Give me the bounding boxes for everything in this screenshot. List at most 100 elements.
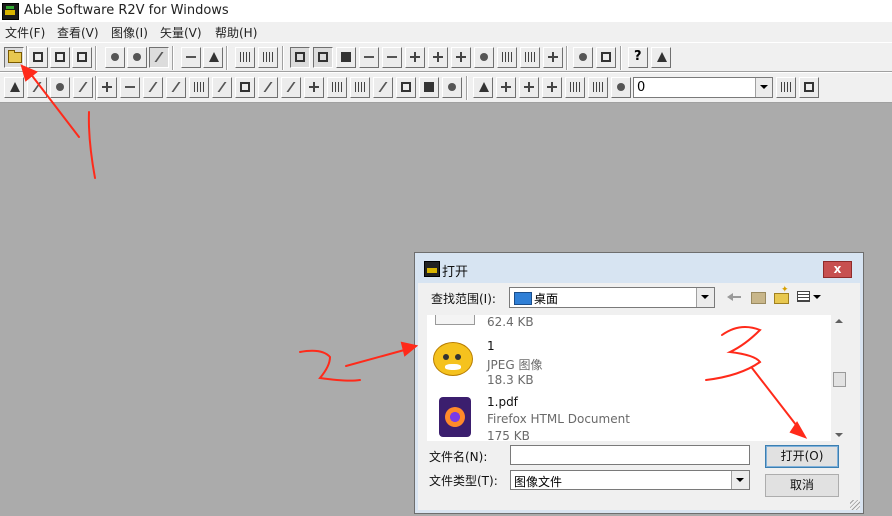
connect-button[interactable] <box>166 77 191 98</box>
close-button[interactable]: x <box>823 261 852 278</box>
line-id-button[interactable] <box>327 77 347 98</box>
polyline-button[interactable] <box>258 77 283 98</box>
center-button[interactable] <box>543 47 563 68</box>
polygon-id-button[interactable] <box>350 77 370 98</box>
point-label-button[interactable] <box>588 77 608 98</box>
file-list-scrollbar[interactable] <box>831 315 847 441</box>
fill-button[interactable] <box>419 77 439 98</box>
contour-button[interactable] <box>373 77 398 98</box>
save-image-icon <box>55 52 65 62</box>
new-folder-icon[interactable] <box>771 285 791 306</box>
file-item[interactable]: 1 JPEG 图像 18.3 KB <box>427 337 827 387</box>
save-vector-icon <box>77 52 87 62</box>
filetype-combo[interactable]: 图像文件 <box>510 470 750 490</box>
rectangle-button[interactable] <box>235 77 255 98</box>
delete-point-icon <box>524 82 534 92</box>
snap-button[interactable] <box>189 77 209 98</box>
pan-button[interactable] <box>149 47 174 68</box>
menu-bar: 文件(F) 查看(V) 图像(I) 矢量(V) 帮助(H) <box>0 22 892 42</box>
open-file-button[interactable] <box>4 47 24 68</box>
look-in-label: 查找范围(I): <box>431 292 496 306</box>
filename-label: 文件名(N): <box>429 450 488 464</box>
zoom-out-button[interactable] <box>127 47 147 68</box>
menu-help[interactable]: 帮助(H) <box>215 24 257 41</box>
back-arrow-icon[interactable] <box>725 288 745 306</box>
zoom-out-icon <box>133 53 141 61</box>
scroll-down-icon[interactable] <box>835 433 843 437</box>
elevation-button[interactable] <box>396 77 416 98</box>
context-help-button[interactable] <box>651 47 671 68</box>
layer-stack-button[interactable] <box>776 77 796 98</box>
toolbar-separator <box>95 46 97 70</box>
view-image-button[interactable] <box>290 47 310 68</box>
add-node-button[interactable] <box>97 77 117 98</box>
trace-button[interactable] <box>235 47 255 68</box>
save-button[interactable] <box>28 47 48 68</box>
help-button[interactable]: ? <box>628 47 648 68</box>
open-folder-icon <box>8 50 22 63</box>
select-button[interactable] <box>203 47 223 68</box>
file-list[interactable]: 62.4 KB 1 JPEG 图像 18.3 KB 1.pdf Firefox … <box>427 315 847 441</box>
view-image-icon <box>295 52 305 62</box>
curve-button[interactable] <box>281 77 306 98</box>
remove-node-button[interactable] <box>120 77 140 98</box>
move-point-button[interactable] <box>542 77 562 98</box>
scroll-up-icon[interactable] <box>835 319 843 323</box>
node-line-button[interactable] <box>359 47 379 68</box>
menu-file[interactable]: 文件(F) <box>5 24 45 41</box>
save-vector-button[interactable] <box>72 47 92 68</box>
combo-dropdown-button[interactable] <box>755 78 772 97</box>
look-in-dropdown-button[interactable] <box>696 288 714 307</box>
menu-vector[interactable]: 矢量(V) <box>160 24 202 41</box>
area-select-button[interactable] <box>596 47 616 68</box>
rotate-button[interactable] <box>50 77 70 98</box>
undo-button[interactable] <box>181 47 201 68</box>
cancel-button[interactable]: 取消 <box>765 474 839 497</box>
trim-button[interactable] <box>73 77 98 98</box>
filetype-value: 图像文件 <box>514 475 563 489</box>
toolbar-separator <box>566 46 568 70</box>
point-light-button[interactable] <box>611 77 631 98</box>
view-both-button[interactable] <box>336 47 356 68</box>
filetype-dropdown-button[interactable] <box>731 471 749 489</box>
id-value-combo[interactable]: 0 <box>633 77 773 98</box>
smooth-button[interactable] <box>212 77 237 98</box>
save-image-button[interactable] <box>50 47 70 68</box>
batch-trace-button[interactable] <box>258 47 278 68</box>
look-in-combo[interactable]: 桌面 <box>509 287 715 308</box>
delete-node-button[interactable] <box>474 47 494 68</box>
break-button[interactable] <box>304 77 324 98</box>
split-button[interactable] <box>428 47 448 68</box>
file-item[interactable]: 1.pdf Firefox HTML Document 175 KB <box>427 393 827 441</box>
line-button[interactable] <box>382 47 402 68</box>
ocr-button[interactable] <box>497 47 517 68</box>
filename-input[interactable] <box>510 445 750 465</box>
view-vector-button[interactable] <box>313 47 333 68</box>
eraser-icon <box>32 82 52 92</box>
extend-button[interactable] <box>143 77 168 98</box>
up-folder-icon[interactable] <box>748 288 768 306</box>
file-name: 1 <box>487 339 495 353</box>
add-point-button[interactable] <box>496 77 516 98</box>
light-button[interactable] <box>442 77 462 98</box>
resize-grip[interactable] <box>850 500 860 510</box>
join-button[interactable] <box>405 47 425 68</box>
menu-image[interactable]: 图像(I) <box>111 24 148 41</box>
edit-tool-button[interactable] <box>4 77 24 98</box>
delete-point-button[interactable] <box>519 77 539 98</box>
zoom-in-button[interactable] <box>105 47 125 68</box>
point-pointer-button[interactable] <box>473 77 493 98</box>
point-select-button[interactable] <box>573 47 593 68</box>
point-id-button[interactable] <box>565 77 585 98</box>
batch-trace-icon <box>263 52 273 62</box>
menu-view[interactable]: 查看(V) <box>57 24 99 41</box>
app-icon <box>2 3 19 20</box>
open-button[interactable]: 打开(O) <box>765 445 839 468</box>
eraser-button[interactable] <box>27 77 52 98</box>
view-menu-icon[interactable] <box>795 288 825 306</box>
scroll-thumb[interactable] <box>833 372 846 387</box>
trace-icon <box>240 52 250 62</box>
node-button[interactable] <box>451 47 471 68</box>
layer-list-button[interactable] <box>799 77 819 98</box>
text-button[interactable] <box>520 47 540 68</box>
